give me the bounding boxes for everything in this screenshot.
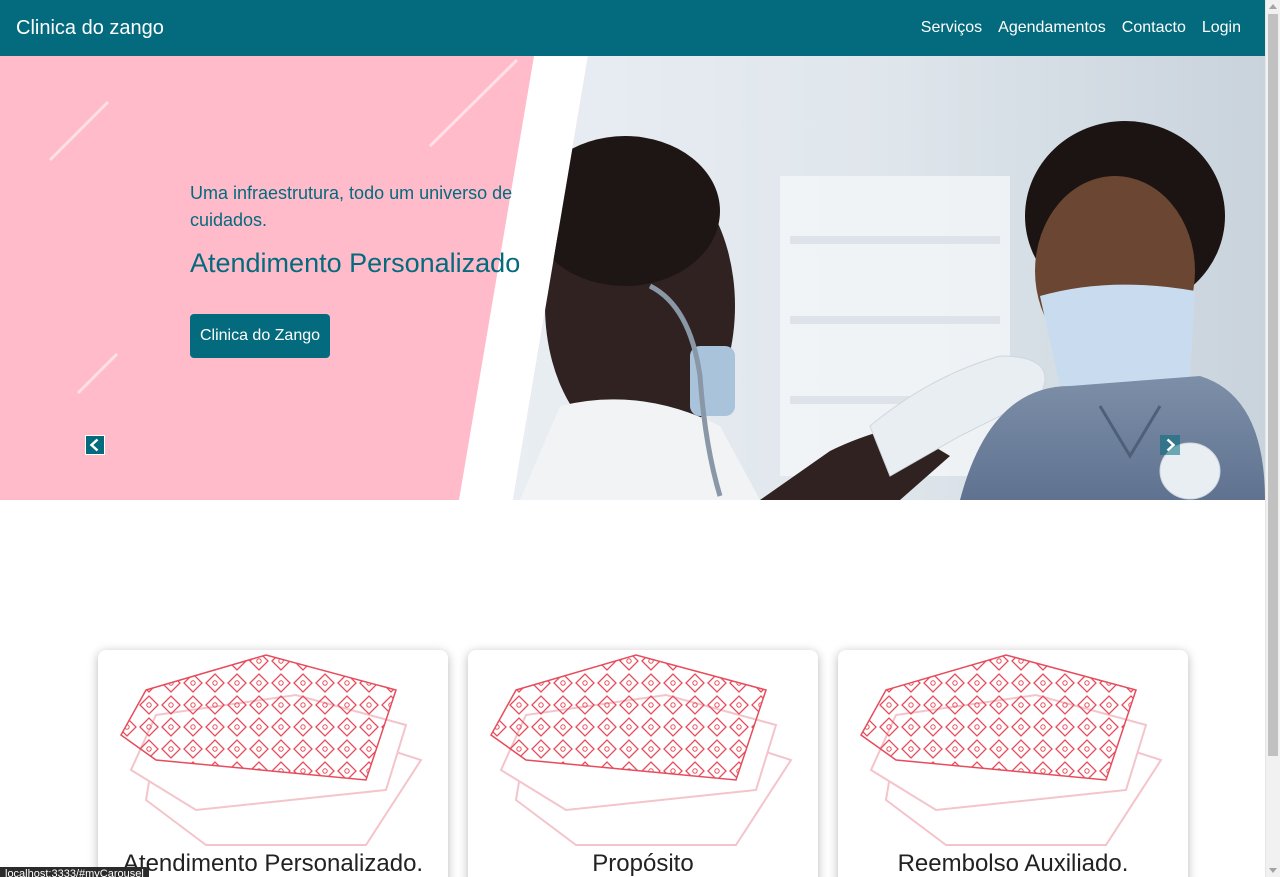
- card-image: [860, 654, 1163, 846]
- scroll-up-icon[interactable]: [1269, 4, 1277, 9]
- carousel-prev-button[interactable]: [85, 435, 105, 455]
- page-scrollbar[interactable]: [1265, 0, 1280, 877]
- nav-link-login[interactable]: Login: [1202, 19, 1241, 37]
- card-title: Propósito: [592, 850, 694, 877]
- chevron-left-icon: [89, 438, 99, 452]
- carousel-next-button[interactable]: [1160, 435, 1180, 455]
- nav-link-servicos[interactable]: Serviços: [921, 19, 982, 37]
- nav-link-agendamentos[interactable]: Agendamentos: [998, 19, 1106, 37]
- card-image: [120, 654, 423, 846]
- status-bar-url: localhost:3333/#myCarousel: [0, 867, 149, 877]
- feature-card: Reembolso Auxiliado.: [838, 650, 1188, 877]
- page: Clinica do zango Serviços Agendamentos C…: [0, 0, 1280, 877]
- feature-card: Propósito: [468, 650, 818, 877]
- nav-link-contacto[interactable]: Contacto: [1122, 19, 1186, 37]
- chevron-right-icon: [1166, 438, 1176, 452]
- carousel-caption: Uma infraestrutura, todo um universo de …: [190, 180, 530, 279]
- brand-link[interactable]: Clinica do zango: [16, 17, 164, 40]
- navbar: Clinica do zango Serviços Agendamentos C…: [0, 0, 1265, 56]
- card-title: Atendimento Personalizado.: [122, 850, 424, 877]
- card-title: Reembolso Auxiliado.: [897, 850, 1129, 877]
- nav-links: Serviços Agendamentos Contacto Login: [921, 19, 1249, 37]
- card-image: [490, 654, 793, 846]
- hero-carousel: Uma infraestrutura, todo um universo de …: [0, 56, 1265, 500]
- scroll-thumb[interactable]: [1268, 14, 1278, 756]
- feature-card: Atendimento Personalizado.: [98, 650, 448, 877]
- carousel-headline: Atendimento Personalizado: [190, 248, 521, 278]
- carousel-tagline: Uma infraestrutura, todo um universo de …: [190, 183, 513, 230]
- clinic-cta-button[interactable]: Clinica do Zango: [190, 314, 330, 358]
- scroll-down-icon[interactable]: [1269, 868, 1277, 873]
